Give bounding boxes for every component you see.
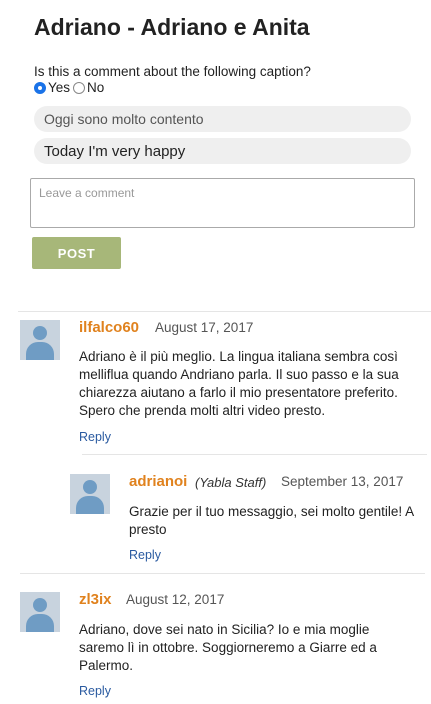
comment-text: Adriano è il più meglio. La lingua itali… (79, 349, 399, 418)
comment-username[interactable]: ilfalco60 (79, 319, 139, 336)
comment-divider (20, 573, 425, 574)
caption-question: Is this a comment about the following ca… (34, 64, 311, 79)
section-divider (18, 311, 431, 312)
reply-link[interactable]: Reply (79, 430, 111, 444)
post-button[interactable]: POST (32, 237, 121, 269)
reply-link[interactable]: Reply (129, 548, 161, 562)
comment-username[interactable]: zl3ix (79, 591, 112, 608)
user-avatar-icon (20, 320, 60, 360)
comment-input[interactable] (30, 178, 415, 228)
radio-group: Yes No (34, 80, 105, 95)
comment-text: Grazie per il tuo messaggio, sei molto g… (129, 504, 414, 537)
radio-yes-label[interactable]: Yes (48, 80, 70, 95)
comment-text: Adriano, dove sei nato in Sicilia? Io e … (79, 622, 377, 673)
caption-italian: Oggi sono molto contento (34, 106, 411, 132)
page-title: Adriano - Adriano e Anita (34, 14, 310, 40)
reply-link[interactable]: Reply (79, 684, 111, 698)
radio-yes[interactable] (34, 81, 46, 94)
comment-date: August 12, 2017 (126, 592, 225, 607)
user-avatar-icon (70, 474, 110, 514)
comment-divider (82, 454, 427, 455)
comment-date: September 13, 2017 (281, 474, 404, 489)
caption-english: Today I'm very happy (34, 138, 411, 164)
comment-date: August 17, 2017 (155, 320, 254, 335)
radio-no[interactable] (73, 81, 86, 94)
comment-username[interactable]: adrianoi (129, 473, 187, 490)
radio-no-label[interactable]: No (87, 80, 104, 95)
staff-badge: (Yabla Staff) (195, 475, 267, 490)
user-avatar-icon (20, 592, 60, 632)
